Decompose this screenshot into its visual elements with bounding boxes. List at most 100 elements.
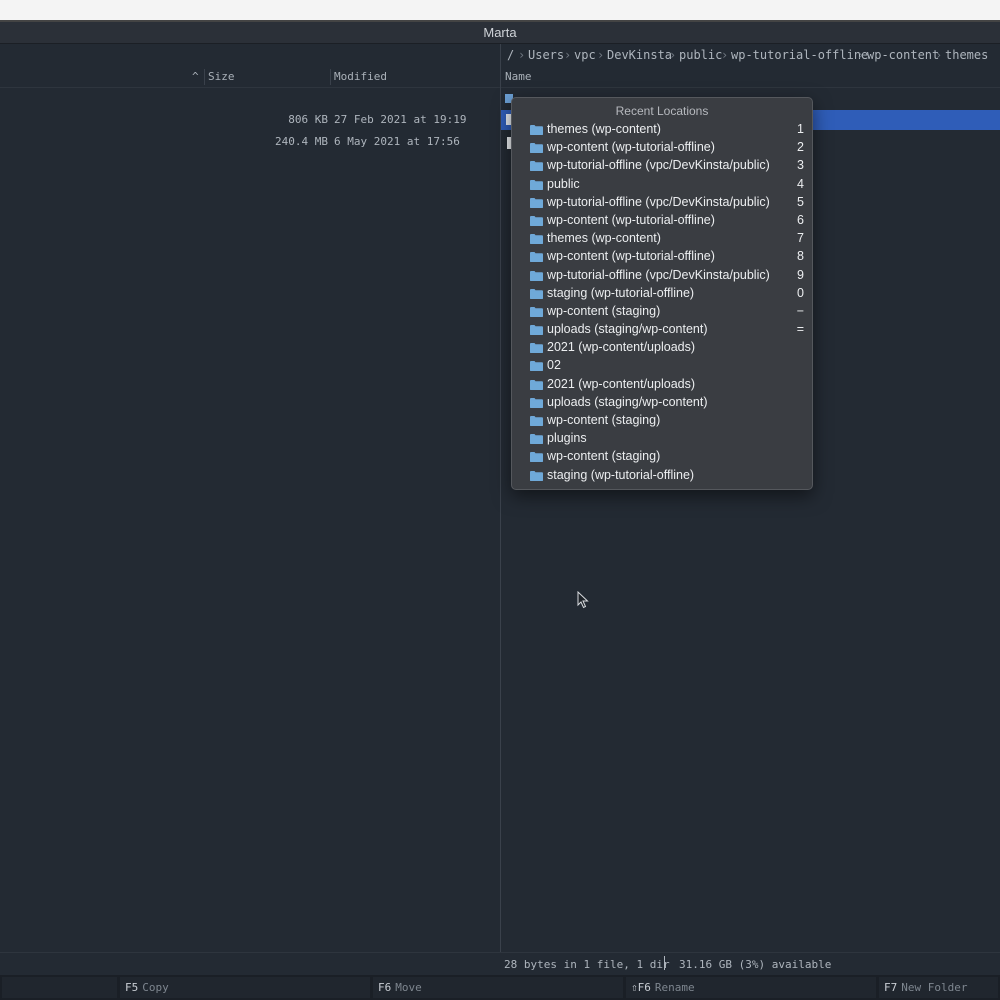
fkey-copy-button[interactable]: F5 Copy — [120, 977, 370, 998]
recent-location-item[interactable]: themes (wp-content) 7 — [512, 230, 812, 248]
recent-location-shortcut: 0 — [797, 285, 804, 300]
folder-icon — [530, 397, 543, 408]
recent-location-item[interactable]: wp-tutorial-offline (vpc/DevKinsta/publi… — [512, 194, 812, 212]
recent-location-label: staging (wp-tutorial-offline) — [547, 285, 695, 300]
function-key-bar: F5 Copy F6 Move ⇧F6 Rename F7 New Folder — [0, 975, 1000, 1000]
fkey-new-folder-button[interactable]: F7 New Folder — [879, 977, 998, 998]
fkey-blank[interactable] — [2, 977, 117, 998]
breadcrumb-vpc[interactable]: vpc — [574, 48, 596, 62]
recent-location-label: wp-content (staging) — [547, 303, 661, 318]
recent-location-item[interactable]: wp-content (staging) — [512, 448, 812, 466]
recent-location-item[interactable]: themes (wp-content) 1 — [512, 121, 812, 139]
sort-indicator-icon[interactable]: ^ — [192, 70, 199, 83]
recent-location-item[interactable]: uploads (staging/wp-content) = — [512, 321, 812, 339]
status-available: 31.16 GB (3%) available — [679, 958, 832, 971]
recent-location-label: staging (wp-tutorial-offline) — [547, 467, 695, 482]
fkey-move-button[interactable]: F6 Move — [373, 977, 623, 998]
breadcrumb-root[interactable]: / — [507, 48, 514, 62]
left-path-bar — [0, 44, 500, 67]
recent-location-item[interactable]: 02 — [512, 357, 812, 375]
folder-icon — [530, 416, 543, 426]
recent-location-shortcut: 2 — [797, 140, 804, 155]
breadcrumb-wp-tutorial-offline[interactable]: wp-tutorial-offline — [731, 48, 868, 62]
column-separator[interactable] — [204, 69, 205, 85]
folder-icon — [530, 325, 543, 336]
recent-location-label: 2021 (wp-content/uploads) — [547, 340, 696, 355]
file-row[interactable]: 806 KB 27 Feb 2021 at 19:19 — [0, 110, 500, 130]
status-separator — [664, 956, 665, 970]
folder-icon — [530, 306, 543, 317]
recent-location-shortcut: 4 — [797, 176, 804, 191]
breadcrumb-wp-content[interactable]: wp-content — [867, 48, 939, 62]
folder-icon — [530, 379, 543, 390]
recent-location-item[interactable]: wp-content (wp-tutorial-offline) 6 — [512, 212, 812, 230]
chevron-right-icon: › — [857, 48, 865, 62]
breadcrumb-devkinsta[interactable]: DevKinsta — [607, 48, 672, 62]
file-modified: 6 May 2021 at 17:56 — [334, 135, 460, 148]
folder-icon — [530, 434, 543, 445]
breadcrumb-public[interactable]: public — [679, 48, 722, 62]
folder-icon — [530, 143, 543, 154]
recent-location-label: themes (wp-content) — [547, 231, 661, 246]
recent-location-shortcut: = — [796, 322, 804, 337]
recent-location-label: wp-content (staging) — [547, 413, 661, 427]
recent-location-label: themes (wp-content) — [547, 122, 661, 136]
recent-location-label: public — [547, 176, 580, 191]
recent-location-shortcut: 7 — [797, 231, 804, 246]
fkey-key: F6 — [378, 981, 392, 994]
recent-location-item[interactable]: wp-tutorial-offline (vpc/DevKinsta/publi… — [512, 157, 812, 175]
fkey-key: F5 — [125, 981, 139, 994]
recent-location-item[interactable]: staging (wp-tutorial-offline) 0 — [512, 285, 812, 303]
recent-location-item[interactable]: wp-content (wp-tutorial-offline) 2 — [512, 139, 812, 157]
recent-location-label: plugins — [547, 431, 587, 446]
recent-location-label: wp-content (wp-tutorial-offline) — [547, 212, 715, 227]
recent-location-label: wp-tutorial-offline (vpc/DevKinsta/publi… — [547, 194, 770, 209]
chevron-right-icon: › — [935, 48, 943, 62]
recent-location-item[interactable]: wp-content (wp-tutorial-offline) 8 — [512, 248, 812, 266]
recent-location-shortcut: 9 — [797, 267, 804, 282]
file-row[interactable]: 240.4 MB 6 May 2021 at 17:56 — [0, 132, 500, 152]
recent-locations-list: themes (wp-content) 1 wp-content (wp-tutor… — [512, 121, 812, 485]
folder-icon — [530, 252, 543, 263]
left-pane[interactable]: ^ Size Modified 806 KB 27 Feb 2021 at 19… — [0, 44, 500, 952]
recent-location-shortcut: 1 — [797, 122, 804, 136]
recent-location-item[interactable]: staging (wp-tutorial-offline) — [512, 467, 812, 485]
column-separator[interactable] — [330, 69, 331, 85]
column-header-size[interactable]: Size — [208, 70, 235, 83]
recent-location-item[interactable]: wp-tutorial-offline (vpc/DevKinsta/publi… — [512, 267, 812, 285]
file-size: 806 KB — [288, 113, 328, 126]
folder-icon — [530, 343, 543, 354]
recent-location-label: 2021 (wp-content/uploads) — [547, 376, 696, 391]
left-column-header: ^ Size Modified — [0, 67, 500, 88]
column-header-modified[interactable]: Modified — [334, 70, 387, 83]
recent-location-item[interactable]: wp-content (staging) — [512, 412, 812, 430]
chevron-right-icon: › — [518, 48, 526, 62]
folder-icon — [530, 288, 543, 299]
fkey-rename-button[interactable]: ⇧F6 Rename — [626, 977, 876, 998]
recent-location-shortcut: − — [796, 303, 804, 318]
folder-icon — [530, 215, 543, 226]
recent-location-item[interactable]: wp-content (staging) − — [512, 303, 812, 321]
recent-locations-popup[interactable]: Recent Locations themes (wp-content) 1 wp-… — [511, 97, 813, 490]
recent-location-item[interactable]: public 4 — [512, 176, 812, 194]
recent-location-shortcut: 5 — [797, 194, 804, 209]
recent-location-item[interactable]: 2021 (wp-content/uploads) — [512, 376, 812, 394]
recent-location-item[interactable]: 2021 (wp-content/uploads) — [512, 339, 812, 357]
recent-location-label: wp-content (staging) — [547, 449, 661, 464]
recent-location-item[interactable]: plugins — [512, 430, 812, 448]
fkey-label: New Folder — [901, 981, 968, 994]
breadcrumb-themes[interactable]: themes — [945, 48, 988, 62]
column-header-name[interactable]: Name — [505, 70, 532, 83]
folder-icon — [530, 452, 543, 463]
recent-location-label: wp-tutorial-offline (vpc/DevKinsta/publi… — [547, 158, 770, 173]
folder-icon — [530, 197, 543, 208]
folder-icon — [530, 470, 543, 481]
breadcrumb-users[interactable]: Users — [528, 48, 564, 62]
recent-location-label: uploads (staging/wp-content) — [547, 394, 708, 409]
folder-icon — [530, 234, 543, 245]
breadcrumb: / › Users › vpc › DevKinsta › public › w… — [501, 44, 1000, 67]
recent-location-item[interactable]: uploads (staging/wp-content) — [512, 394, 812, 412]
recent-location-shortcut: 3 — [797, 158, 804, 173]
folder-icon — [530, 161, 543, 172]
chevron-right-icon: › — [597, 48, 605, 62]
